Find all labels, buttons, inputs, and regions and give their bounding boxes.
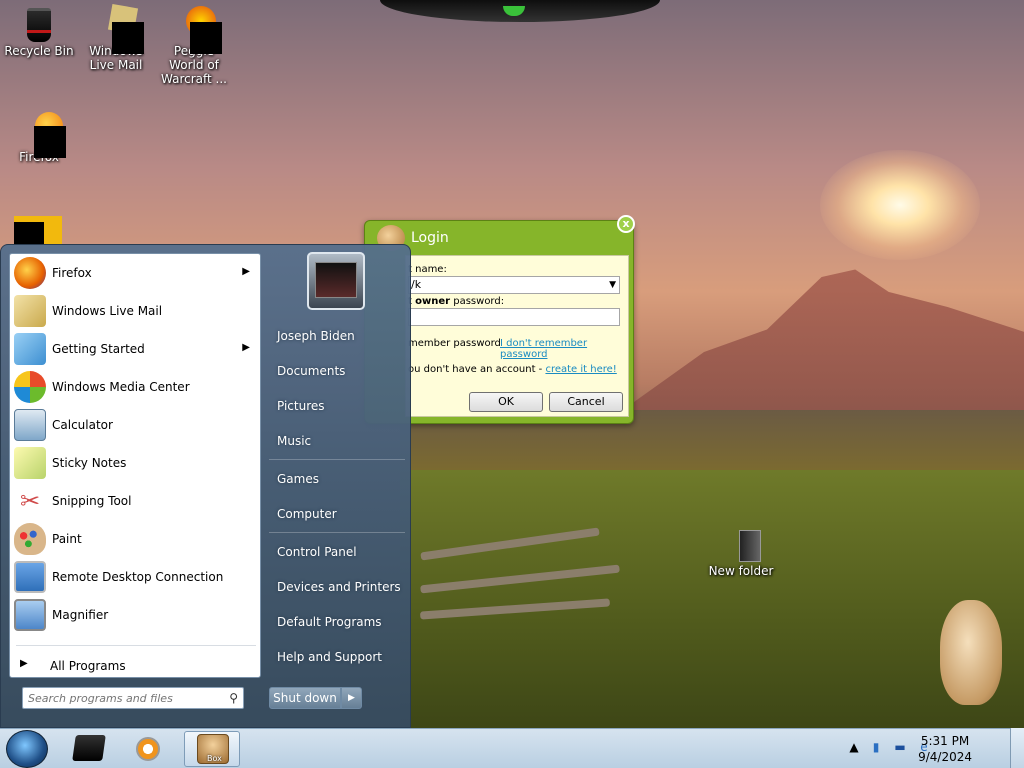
desktop-icon-peggle[interactable]: Peggle World of Warcraft ...: [156, 6, 232, 86]
start-item-firefox[interactable]: Firefox ▶: [10, 254, 260, 292]
firefox-icon: [14, 257, 46, 289]
desktop-icon-partial[interactable]: [14, 216, 62, 244]
clock-date: 9/4/2024: [918, 750, 972, 764]
create-account-link[interactable]: create it here!: [545, 364, 616, 375]
desktop-icon-firefox[interactable]: Firefox: [1, 112, 77, 164]
start-menu: Firefox ▶ Windows Live Mail Getting Star…: [0, 244, 411, 728]
user-avatar[interactable]: [307, 252, 365, 310]
owner-password-field[interactable]: [408, 308, 620, 326]
remote-desktop-icon: [14, 561, 46, 593]
paint-icon: [14, 523, 46, 555]
all-programs-button[interactable]: ▶ All Programs: [10, 652, 260, 678]
account-name-label: t name:: [408, 264, 447, 275]
clock-time: 5:31 PM: [920, 734, 970, 748]
chevron-right-icon: ▶: [20, 658, 28, 669]
mail-icon: [98, 3, 144, 54]
wallpaper-sun: [820, 150, 980, 260]
start-right-help-support[interactable]: Help and Support: [277, 650, 382, 664]
black-app-icon: [72, 735, 106, 761]
getting-started-icon: [14, 333, 46, 365]
no-account-text: ou don't have an account - create it her…: [408, 364, 617, 375]
start-right-computer[interactable]: Computer: [277, 507, 337, 521]
search-icon[interactable]: ⚲: [229, 691, 238, 705]
remember-password-checkbox[interactable]: member password: [408, 338, 501, 349]
show-desktop-button[interactable]: [1010, 728, 1024, 768]
start-right-user[interactable]: Joseph Biden: [277, 329, 355, 343]
start-right-control-panel[interactable]: Control Panel: [277, 545, 357, 559]
start-right-pictures[interactable]: Pictures: [277, 399, 325, 413]
desktop-icon-new-folder[interactable]: New folder: [703, 526, 779, 578]
network-icon[interactable]: ▬: [892, 740, 908, 756]
desktop-icon-windows-live-mail[interactable]: Windows Live Mail: [78, 3, 154, 72]
start-right-games[interactable]: Games: [277, 472, 319, 486]
login-title: Login: [411, 230, 449, 246]
start-right-devices-printers[interactable]: Devices and Printers: [277, 580, 401, 594]
recycle-bin-icon: [21, 6, 57, 42]
start-menu-divider: [16, 645, 256, 646]
ok-button[interactable]: OK: [469, 392, 543, 412]
start-right-default-programs[interactable]: Default Programs: [277, 615, 382, 629]
show-hidden-icons-button[interactable]: ▲: [846, 740, 862, 756]
calculator-icon: [14, 409, 46, 441]
media-center-icon: [14, 371, 46, 403]
start-right-divider: [269, 532, 405, 533]
chevron-down-icon: ▼: [609, 280, 616, 290]
start-item-snipping-tool[interactable]: ✂ Snipping Tool: [10, 482, 260, 520]
login-body: t name: /k ▼ t owner password: member pa…: [405, 255, 629, 417]
shutdown-options-arrow[interactable]: ▶: [341, 687, 362, 709]
submenu-arrow-icon: ▶: [242, 342, 250, 353]
wallpaper-mountain: [620, 269, 1024, 412]
account-name-select[interactable]: /k ▼: [408, 276, 620, 294]
scissors-icon: ✂: [19, 487, 41, 515]
start-item-windows-live-mail[interactable]: Windows Live Mail: [10, 292, 260, 330]
start-orb-icon[interactable]: [6, 730, 48, 768]
start-right-documents[interactable]: Documents: [277, 364, 345, 378]
start-item-magnifier[interactable]: Magnifier: [10, 596, 260, 634]
folder-icon: [723, 526, 761, 562]
desktop-icon-recycle-bin[interactable]: Recycle Bin: [1, 6, 77, 58]
game-icon: [176, 6, 222, 54]
start-item-windows-media-center[interactable]: Windows Media Center: [10, 368, 260, 406]
start-right-music[interactable]: Music: [277, 434, 311, 448]
start-item-calculator[interactable]: Calculator: [10, 406, 260, 444]
shutdown-button[interactable]: Shut down: [269, 687, 341, 709]
firefox-icon: [21, 112, 66, 158]
bluetooth-icon[interactable]: ▮: [868, 740, 884, 756]
search-input[interactable]: [28, 689, 218, 707]
start-item-remote-desktop[interactable]: Remote Desktop Connection: [10, 558, 260, 596]
hamster-mascot: [940, 600, 1002, 705]
magnifier-icon: [14, 599, 46, 631]
search-box[interactable]: ⚲: [22, 687, 244, 709]
taskbar-app-black[interactable]: [62, 731, 118, 767]
sticky-notes-icon: [14, 447, 46, 479]
media-player-icon: [136, 737, 160, 761]
system-clock[interactable]: 5:31 PM 9/4/2024: [918, 733, 972, 765]
wallpaper-field: [400, 470, 1024, 730]
close-icon[interactable]: x: [617, 215, 635, 233]
owner-password-label: t owner password:: [408, 296, 505, 307]
start-item-sticky-notes[interactable]: Sticky Notes: [10, 444, 260, 482]
start-item-paint[interactable]: Paint: [10, 520, 260, 558]
taskbar-hamster-box[interactable]: Box: [184, 731, 240, 767]
submenu-arrow-icon: ▶: [242, 266, 250, 277]
forgot-password-link[interactable]: I don't remember password: [500, 338, 628, 360]
taskbar-media-player[interactable]: [120, 731, 176, 767]
start-right-divider: [269, 459, 405, 460]
cancel-button[interactable]: Cancel: [549, 392, 623, 412]
start-item-getting-started[interactable]: Getting Started ▶: [10, 330, 260, 368]
mail-icon: [14, 295, 46, 327]
start-menu-programs-pane: Firefox ▶ Windows Live Mail Getting Star…: [9, 253, 261, 678]
